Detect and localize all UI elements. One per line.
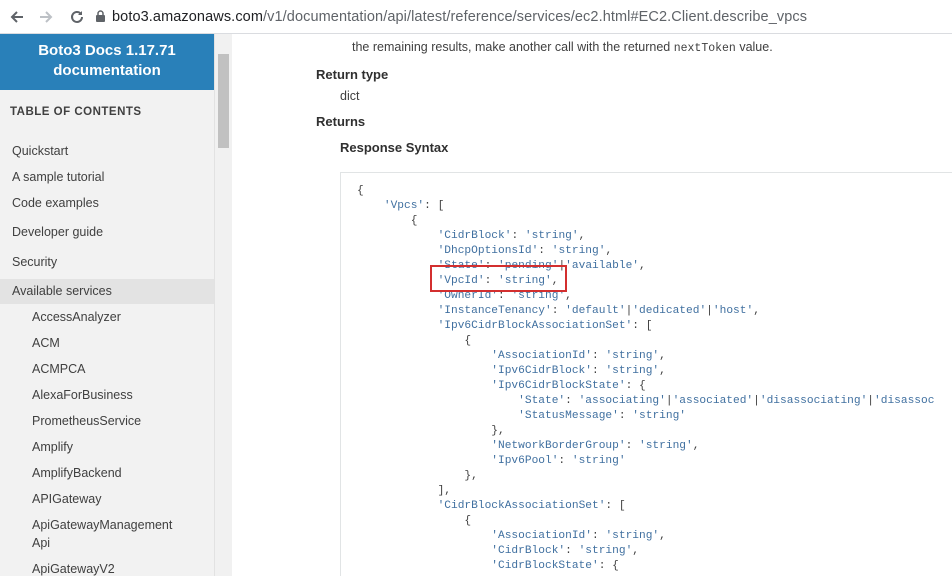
return-type-heading: Return type bbox=[316, 67, 389, 82]
back-button[interactable] bbox=[4, 4, 30, 30]
code-line: 'NetworkBorderGroup': 'string', bbox=[491, 440, 700, 452]
lock-icon bbox=[96, 10, 105, 22]
description-start: the remaining results, make another call… bbox=[352, 40, 671, 54]
code-line: }, bbox=[357, 425, 505, 437]
code-line: { bbox=[357, 515, 472, 527]
sidebar-scrollbar[interactable] bbox=[214, 34, 232, 576]
code-line: 'CidrBlock': 'string', bbox=[437, 230, 586, 242]
returns-heading: Returns bbox=[316, 114, 366, 129]
code-line: 'AssociationId': 'string', bbox=[491, 530, 666, 542]
code-line: 'CidrBlockAssociationSet': [ bbox=[437, 500, 626, 512]
sidebar-item-quickstart[interactable]: Quickstart bbox=[0, 142, 214, 160]
address-bar[interactable]: boto3.amazonaws.com/v1/documentation/api… bbox=[112, 9, 807, 25]
docs-brand[interactable]: Boto3 Docs 1.17.71 documentation bbox=[0, 34, 214, 90]
sidebar-item-api[interactable]: Api bbox=[0, 534, 214, 552]
sidebar-item-accessanalyzer[interactable]: AccessAnalyzer bbox=[0, 308, 214, 326]
response-syntax-heading: Response Syntax bbox=[340, 140, 449, 155]
code-line: 'State': 'associating'|'associated'|'dis… bbox=[518, 395, 935, 407]
sidebar-item-developer-guide[interactable]: Developer guide bbox=[0, 223, 214, 241]
response-syntax-code-block: { 'Vpcs': [ { 'CidrBlock': 'string', 'Dh… bbox=[340, 172, 952, 576]
brand-subtitle: documentation bbox=[53, 62, 161, 79]
code-line: 'Ipv6CidrBlockState': { bbox=[491, 380, 646, 392]
description-end: value. bbox=[739, 40, 773, 54]
code-line: 'StatusMessage': 'string' bbox=[518, 410, 687, 422]
code-line: 'CidrBlock': 'string', bbox=[491, 545, 640, 557]
sidebar-item-amplifybackend[interactable]: AmplifyBackend bbox=[0, 464, 214, 482]
sidebar-item-security[interactable]: Security bbox=[0, 253, 214, 271]
sidebar-item-apigatewaymanagement[interactable]: ApiGatewayManagement bbox=[0, 516, 214, 534]
sidebar-item-acm[interactable]: ACM bbox=[0, 334, 214, 352]
code-line: ], bbox=[357, 485, 451, 497]
code-line: 'Ipv6CidrBlock': 'string', bbox=[491, 365, 666, 377]
code-line: }, bbox=[357, 470, 478, 482]
code-line: 'DhcpOptionsId': 'string', bbox=[437, 245, 613, 257]
brand-title: Boto3 Docs 1.17.71 bbox=[38, 42, 176, 59]
sidebar-item-prometheusservice[interactable]: PrometheusService bbox=[0, 412, 214, 430]
code-line: { bbox=[357, 185, 364, 197]
arrow-left-icon bbox=[10, 11, 23, 23]
description-text: the remaining results, make another call… bbox=[352, 40, 773, 55]
sidebar: Boto3 Docs 1.17.71 documentation TABLE O… bbox=[0, 34, 232, 576]
code-line: 'Ipv6Pool': 'string' bbox=[491, 455, 626, 467]
sidebar-item-available-services[interactable]: Available services bbox=[0, 279, 214, 304]
code-line: 'InstanceTenancy': 'default'|'dedicated'… bbox=[437, 305, 760, 317]
sidebar-item-apigateway[interactable]: APIGateway bbox=[0, 490, 214, 508]
next-token-code: nextToken bbox=[673, 42, 736, 55]
browser-toolbar: boto3.amazonaws.com/v1/documentation/api… bbox=[0, 0, 952, 34]
sidebar-item-acmpca[interactable]: ACMPCA bbox=[0, 360, 214, 378]
code-line: 'Ipv6CidrBlockAssociationSet': [ bbox=[437, 320, 653, 332]
sidebar-item-alexaforbusiness[interactable]: AlexaForBusiness bbox=[0, 386, 214, 404]
forward-button[interactable] bbox=[33, 4, 59, 30]
reload-icon bbox=[71, 10, 83, 23]
arrow-right-icon bbox=[40, 11, 53, 23]
toc-heading: TABLE OF CONTENTS bbox=[10, 106, 142, 118]
sidebar-item-apigatewayv2[interactable]: ApiGatewayV2 bbox=[0, 560, 214, 576]
code-line: 'Vpcs': [ bbox=[383, 200, 445, 212]
scrollbar-thumb[interactable] bbox=[218, 54, 229, 148]
code-line: { bbox=[357, 335, 472, 347]
reload-button[interactable] bbox=[64, 4, 90, 30]
sidebar-item-a-sample-tutorial[interactable]: A sample tutorial bbox=[0, 168, 214, 186]
vpcid-highlight-box bbox=[430, 265, 567, 292]
return-type-value: dict bbox=[340, 89, 360, 103]
url-host: boto3.amazonaws.com bbox=[112, 9, 264, 25]
code-line: { bbox=[357, 215, 418, 227]
url-path: /v1/documentation/api/latest/reference/s… bbox=[263, 9, 808, 25]
sidebar-item-amplify[interactable]: Amplify bbox=[0, 438, 214, 456]
code-line: 'AssociationId': 'string', bbox=[491, 350, 666, 362]
code-line: 'CidrBlockState': { bbox=[491, 560, 619, 572]
main-content: the remaining results, make another call… bbox=[232, 34, 952, 576]
sidebar-item-code-examples[interactable]: Code examples bbox=[0, 194, 214, 212]
